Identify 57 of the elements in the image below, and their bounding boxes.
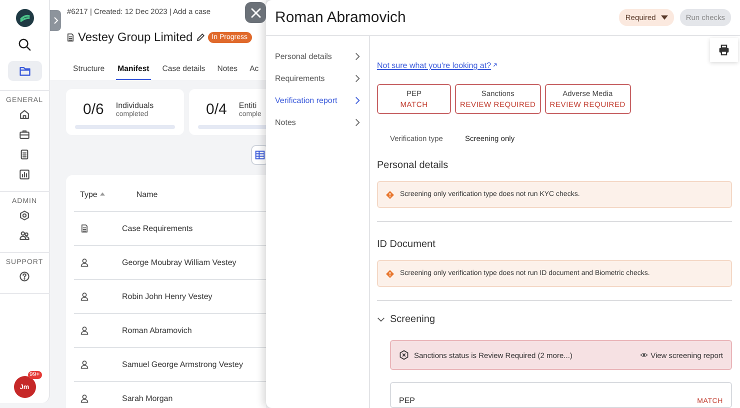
warning-icon — [386, 270, 394, 278]
folder-icon[interactable] — [8, 61, 42, 81]
stat-value: 0/6 — [83, 101, 104, 118]
chart-icon[interactable] — [19, 169, 30, 180]
edit-icon[interactable] — [196, 32, 205, 42]
stat-value: 0/4 — [206, 101, 227, 118]
section-title: Screening — [390, 314, 436, 325]
table-view-icon[interactable] — [251, 145, 266, 165]
person-icon — [80, 258, 89, 267]
close-button[interactable] — [245, 2, 266, 23]
nav-item[interactable]: Verification report — [266, 89, 369, 111]
expand-handle[interactable] — [50, 10, 61, 31]
section-title: Personal details — [377, 160, 450, 171]
error-icon — [399, 350, 409, 360]
help-icon[interactable] — [19, 271, 30, 282]
sort-icon — [100, 192, 106, 196]
table-cell: Roman Abramovich — [122, 326, 192, 335]
section-title: ID Document — [377, 239, 436, 250]
external-link-icon — [493, 63, 498, 67]
help-link[interactable]: Not sure what you're looking at? — [377, 61, 492, 70]
table-cell: Case Requirements — [122, 224, 193, 233]
table-cell: Samuel George Armstrong Vestey — [122, 360, 243, 369]
eye-icon — [640, 352, 648, 358]
chevron-icon — [355, 96, 360, 104]
column-header[interactable]: Name — [136, 190, 158, 198]
person-icon — [80, 292, 89, 301]
chevron-icon — [355, 52, 360, 60]
chevron-icon — [355, 74, 360, 82]
table-cell: Sarah Morgan — [122, 394, 173, 403]
nav-item[interactable]: Personal details — [266, 45, 369, 67]
stat-label: Individuals — [116, 101, 154, 110]
caret-icon — [660, 15, 668, 20]
nav-item[interactable]: Notes — [266, 111, 369, 133]
person-icon — [80, 394, 89, 403]
section-toggle[interactable]: Screening — [377, 314, 732, 325]
person-icon — [80, 360, 89, 369]
table-cell: Robin John Henry Vestey — [122, 292, 212, 301]
close-icon — [250, 6, 262, 18]
drawer-title: Roman Abramovich — [275, 9, 407, 26]
column-header[interactable]: Type — [80, 190, 98, 198]
printer-icon — [718, 44, 730, 56]
nav-item[interactable]: Requirements — [266, 67, 369, 89]
check-name: PEP — [399, 396, 416, 405]
document-icon — [80, 224, 89, 233]
document-icon — [66, 32, 75, 42]
home-icon[interactable] — [19, 109, 30, 120]
case-title: Vestey Group Limited — [78, 30, 193, 44]
chevron-icon — [355, 118, 360, 126]
settings-icon[interactable] — [19, 210, 30, 221]
stat-label: Entiti — [238, 101, 258, 110]
briefcase-icon[interactable] — [19, 129, 30, 140]
table-cell: George Moubray William Vestey — [122, 258, 236, 267]
person-icon — [80, 326, 89, 335]
warning-icon — [386, 190, 394, 198]
document-icon[interactable] — [19, 149, 30, 160]
print-button[interactable] — [710, 38, 738, 62]
users-icon[interactable] — [19, 230, 30, 241]
